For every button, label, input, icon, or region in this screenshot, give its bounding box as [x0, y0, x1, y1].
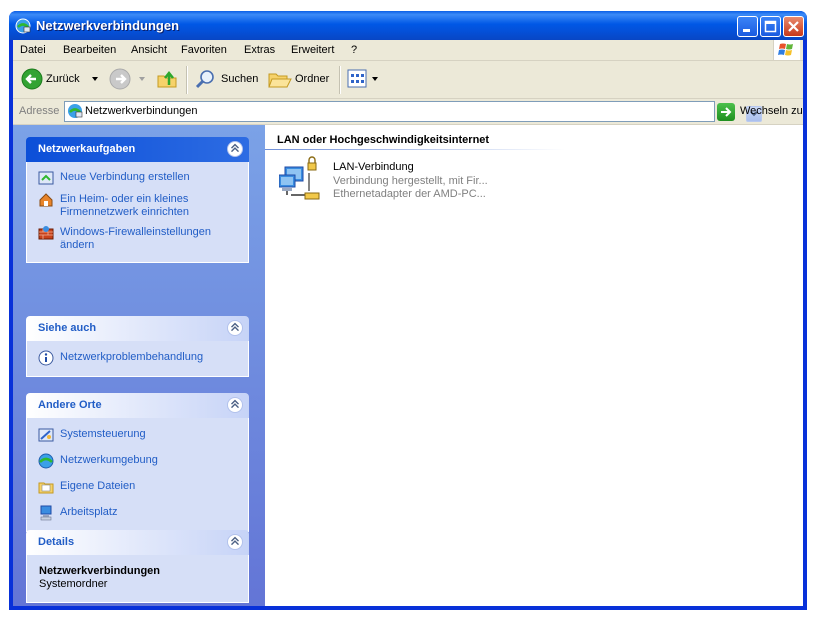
collapse-chevron-icon[interactable]	[227, 320, 243, 336]
window-client: Datei Bearbeiten Ansicht Favoriten Extra…	[13, 40, 803, 606]
back-button-label[interactable]: Zurück	[46, 73, 80, 85]
views-icon[interactable]	[347, 68, 369, 90]
minimize-button[interactable]	[737, 16, 758, 37]
address-label: Adresse	[19, 105, 60, 117]
task-label: Arbeitsplatz	[60, 506, 118, 518]
window-title: Netzwerkverbindungen	[36, 18, 180, 33]
details-type: Systemordner	[39, 578, 108, 590]
search-icon[interactable]	[194, 67, 218, 91]
firewall-icon	[38, 226, 54, 240]
panel-header[interactable]: Details	[26, 530, 249, 555]
maximize-button[interactable]	[760, 16, 781, 37]
task-pane: Netzwerkaufgaben Neue Verbindung erstell…	[13, 125, 265, 606]
task-network-troubleshooting[interactable]: Netzwerkproblembehandlung	[27, 349, 248, 368]
lan-connection-icon	[279, 156, 320, 200]
collapse-chevron-icon[interactable]	[227, 534, 243, 550]
panel-title: Andere Orte	[38, 399, 102, 411]
task-home-network[interactable]: Ein Heim- oder ein kleines Firmennetzwer…	[27, 191, 248, 221]
task-label: Eigene Dateien	[60, 480, 136, 492]
panel-details: Details Netzwerkverbindungen Systemordne…	[26, 530, 249, 603]
group-header: LAN oder Hochgeschwindigkeitsinternet	[277, 134, 490, 146]
menu-datei[interactable]: Datei	[20, 44, 46, 56]
task-label: Windows-Firewalleinstellungen ändern	[60, 226, 212, 251]
task-control-panel[interactable]: Systemsteuerung	[27, 426, 248, 445]
toolbar: Zurück Suchen Ordner	[13, 61, 803, 99]
collapse-chevron-icon[interactable]	[227, 141, 243, 157]
network-connections-icon	[15, 18, 31, 34]
go-button-label[interactable]: Wechseln zu	[740, 105, 803, 117]
panel-title: Siehe auch	[38, 322, 97, 334]
network-places-icon	[38, 453, 54, 469]
collapse-chevron-icon[interactable]	[227, 397, 243, 413]
explorer-window: Netzwerkverbindungen Datei Bearbeiten An…	[9, 11, 807, 610]
views-dropdown-icon[interactable]	[371, 75, 379, 83]
connection-adapter: Ethernetadapter der AMD-PC...	[333, 188, 486, 200]
connection-name: LAN-Verbindung	[333, 161, 414, 173]
panel-header[interactable]: Andere Orte	[26, 393, 249, 418]
go-arrow-icon[interactable]	[717, 103, 735, 121]
close-button[interactable]	[783, 16, 804, 37]
panel-body: Netzwerkverbindungen Systemordner	[26, 555, 249, 603]
folders-button-label[interactable]: Ordner	[295, 73, 329, 85]
task-new-connection[interactable]: Neue Verbindung erstellen	[27, 169, 248, 188]
menu-extras[interactable]: Extras	[244, 44, 275, 56]
panel-header[interactable]: Netzwerkaufgaben	[26, 137, 249, 162]
menu-bearbeiten[interactable]: Bearbeiten	[63, 44, 116, 56]
task-label: Ein Heim- oder ein kleines Firmennetzwer…	[60, 193, 189, 218]
minimize-icon	[743, 29, 750, 32]
panel-body: Systemsteuerung Netzwerkumgebung Eigene …	[26, 418, 249, 532]
menu-favoriten[interactable]: Favoriten	[181, 44, 227, 56]
menu-erweitert[interactable]: Erweitert	[291, 44, 334, 56]
panel-header[interactable]: Siehe auch	[26, 316, 249, 341]
maximize-icon	[764, 20, 777, 33]
task-label: Systemsteuerung	[60, 428, 146, 440]
content-pane: LAN oder Hochgeschwindigkeitsinternet LA…	[265, 125, 803, 606]
panel-see-also: Siehe auch Netzwerkproblembehandlung	[26, 316, 249, 377]
panel-body: Netzwerkproblembehandlung	[26, 341, 249, 377]
toolbar-separator	[339, 66, 341, 94]
task-network-places[interactable]: Netzwerkumgebung	[27, 452, 248, 471]
group-divider	[265, 149, 565, 150]
menu-ansicht[interactable]: Ansicht	[131, 44, 167, 56]
panel-network-tasks: Netzwerkaufgaben Neue Verbindung erstell…	[26, 137, 249, 263]
home-network-icon	[39, 193, 53, 207]
title-bar[interactable]: Netzwerkverbindungen	[9, 11, 807, 40]
task-firewall[interactable]: Windows-Firewalleinstellungen ändern	[27, 224, 248, 254]
connection-status: Verbindung hergestellt, mit Fir...	[333, 175, 488, 187]
search-button-label[interactable]: Suchen	[221, 73, 258, 85]
new-connection-icon	[38, 171, 54, 185]
folder-up-icon[interactable]	[155, 67, 179, 91]
control-panel-icon	[38, 428, 54, 442]
task-label: Netzwerkproblembehandlung	[60, 351, 204, 363]
details-name: Netzwerkverbindungen	[39, 565, 161, 577]
panel-body: Neue Verbindung erstellen Ein Heim- oder…	[26, 162, 249, 263]
close-icon	[788, 21, 799, 32]
panel-title: Details	[38, 536, 75, 548]
panel-other-places: Andere Orte Systemsteuerung Netzwerkumge…	[26, 393, 249, 532]
forward-arrow-icon[interactable]	[109, 68, 131, 90]
address-value: Netzwerkverbindungen	[85, 105, 198, 117]
back-dropdown-icon[interactable]	[91, 75, 99, 83]
panel-title: Netzwerkaufgaben	[38, 143, 136, 155]
my-computer-icon	[40, 505, 52, 521]
network-connections-icon	[68, 104, 83, 118]
menu-bar: Datei Bearbeiten Ansicht Favoriten Extra…	[13, 40, 803, 61]
address-bar: Adresse Netzwerkverbindungen Wechseln zu	[13, 99, 803, 125]
task-label: Neue Verbindung erstellen	[60, 171, 190, 183]
task-my-documents[interactable]: Eigene Dateien	[27, 478, 248, 497]
task-my-computer[interactable]: Arbeitsplatz	[27, 504, 248, 523]
windows-logo-icon	[773, 40, 800, 60]
task-label: Netzwerkumgebung	[60, 454, 158, 466]
menu-help[interactable]: ?	[351, 44, 357, 56]
info-icon	[38, 350, 54, 366]
my-documents-icon	[38, 482, 54, 494]
back-arrow-icon[interactable]	[21, 68, 43, 90]
folders-icon[interactable]	[267, 67, 293, 91]
toolbar-separator	[186, 66, 188, 94]
forward-dropdown-icon[interactable]	[138, 75, 146, 83]
